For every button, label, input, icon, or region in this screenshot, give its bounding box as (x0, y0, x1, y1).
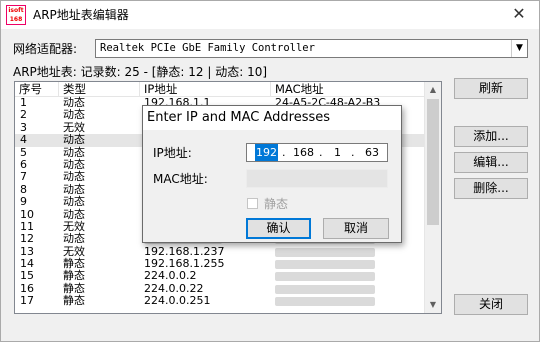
static-checkbox[interactable] (247, 198, 258, 209)
window-title: ARP地址表编辑器 (33, 8, 129, 22)
row-type: 动态 (63, 133, 85, 147)
close-button[interactable]: 关闭 (454, 294, 528, 315)
row-type: 动态 (63, 232, 85, 246)
edit-button[interactable]: 编辑... (454, 152, 528, 173)
obscured-value (275, 247, 375, 257)
adapter-label: 网络适配器: (13, 42, 78, 56)
row-type: 动态 (63, 170, 85, 184)
row-number: 12 (20, 232, 34, 246)
adapter-value: Realtek PCIe GbE Family Controller (100, 42, 315, 54)
vertical-scrollbar[interactable]: ▲ ▼ (424, 82, 441, 313)
row-type: 静态 (63, 269, 85, 283)
ip-octet-4[interactable]: 63 (365, 144, 379, 161)
row-type: 动态 (63, 195, 85, 209)
refresh-button[interactable]: 刷新 (454, 78, 528, 99)
scroll-thumb[interactable] (427, 99, 439, 225)
table-header: 序号 类型 IP地址 MAC地址 (15, 82, 425, 97)
column-header-ip[interactable]: IP地址 (140, 82, 271, 97)
mac-label: MAC地址: (153, 172, 208, 186)
row-number: 2 (20, 108, 27, 122)
adapter-dropdown[interactable]: Realtek PCIe GbE Family Controller ▼ (95, 39, 528, 58)
row-number: 15 (20, 269, 34, 283)
cancel-button[interactable]: 取消 (323, 218, 389, 239)
scroll-down-icon[interactable]: ▼ (425, 297, 441, 313)
row-ip: 224.0.0.251 (144, 294, 211, 308)
row-number: 4 (20, 133, 27, 147)
row-number: 7 (20, 170, 27, 184)
arp-editor-window: isoft 168 ARP地址表编辑器 ✕ 网络适配器: Realtek PCI… (0, 0, 540, 342)
ip-octet-2[interactable]: 168 (293, 144, 314, 161)
ip-mac-dialog: Enter IP and MAC Addresses IP地址: 192 . 1… (142, 105, 402, 243)
column-header-mac[interactable]: MAC地址 (271, 82, 425, 97)
obscured-value (275, 272, 375, 282)
ip-label: IP地址: (153, 146, 192, 160)
ip-dot: . (351, 146, 355, 159)
table-row[interactable]: 15 静态 224.0.0.2 (15, 270, 425, 282)
scroll-up-icon[interactable]: ▲ (425, 82, 441, 98)
obscured-value (275, 284, 375, 294)
add-button[interactable]: 添加... (454, 126, 528, 147)
ip-dot: . (282, 146, 286, 159)
row-type: 静态 (63, 294, 85, 308)
title-bar: isoft 168 ARP地址表编辑器 ✕ (1, 1, 539, 29)
obscured-value (275, 260, 375, 270)
ip-dot: . (319, 146, 323, 159)
column-header-type[interactable]: 类型 (59, 82, 140, 97)
ip-address-input[interactable]: 192 . 168 . 1 . 63 (246, 143, 388, 162)
row-type: 动态 (63, 108, 85, 122)
dialog-title: Enter IP and MAC Addresses (143, 106, 401, 130)
ok-button[interactable]: 确认 (246, 218, 311, 239)
column-header-no[interactable]: 序号 (15, 82, 59, 97)
table-row[interactable]: 17 静态 224.0.0.251 (15, 294, 425, 308)
close-window-icon[interactable]: ✕ (507, 3, 531, 25)
delete-button[interactable]: 删除... (454, 178, 528, 199)
chevron-down-icon[interactable]: ▼ (511, 40, 527, 57)
mac-address-input[interactable] (246, 169, 388, 188)
ip-octet-3[interactable]: 1 (334, 144, 341, 161)
app-logo: isoft 168 (6, 5, 26, 25)
row-number: 9 (20, 195, 27, 209)
ip-octet-1[interactable]: 192 (255, 144, 278, 161)
row-ip: 224.0.0.2 (144, 269, 197, 283)
obscured-value (275, 297, 375, 307)
row-number: 17 (20, 294, 34, 308)
static-checkbox-label: 静态 (264, 197, 289, 211)
arp-summary: ARP地址表: 记录数: 25 - [静态: 12 | 动态: 10] (13, 65, 268, 79)
